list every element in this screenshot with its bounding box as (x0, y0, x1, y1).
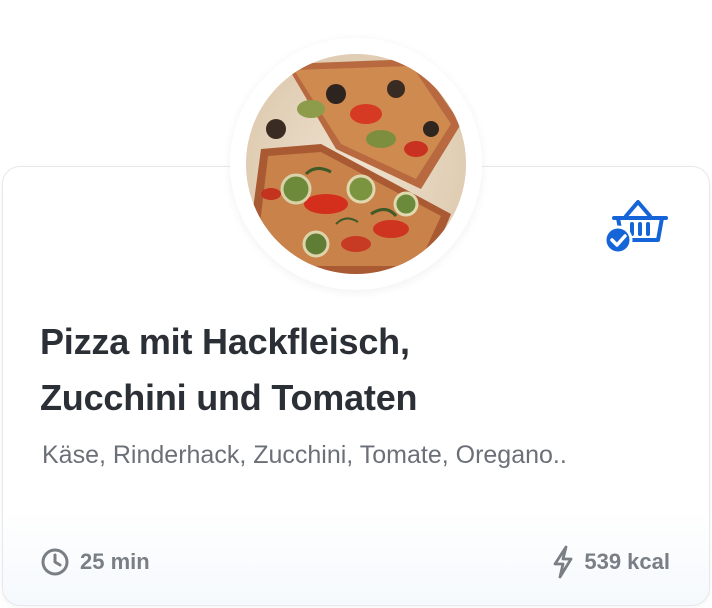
add-to-shopping-list-button[interactable] (598, 196, 672, 258)
shopping-basket-check-icon (603, 200, 668, 255)
cooking-time: 25 min (40, 544, 150, 580)
recipe-ingredients: Käse, Rinderhack, Zucchini, Tomate, Oreg… (42, 441, 567, 469)
clock-icon (40, 547, 70, 577)
lightning-bolt-icon (552, 545, 574, 579)
recipe-title-line-1: Pizza mit Hackfleisch, (40, 321, 410, 362)
page: Pizza mit Hackfleisch, Zucchini und Toma… (0, 0, 712, 608)
recipe-image-frame (230, 38, 482, 290)
recipe-title: Pizza mit Hackfleisch, Zucchini und Toma… (40, 314, 660, 426)
calories: 539 kcal (552, 544, 670, 580)
recipe-title-line-2: Zucchini und Tomaten (40, 377, 418, 418)
calories-value: 539 kcal (584, 549, 670, 574)
recipe-image[interactable] (246, 54, 466, 274)
cooking-time-value: 25 min (80, 549, 150, 574)
